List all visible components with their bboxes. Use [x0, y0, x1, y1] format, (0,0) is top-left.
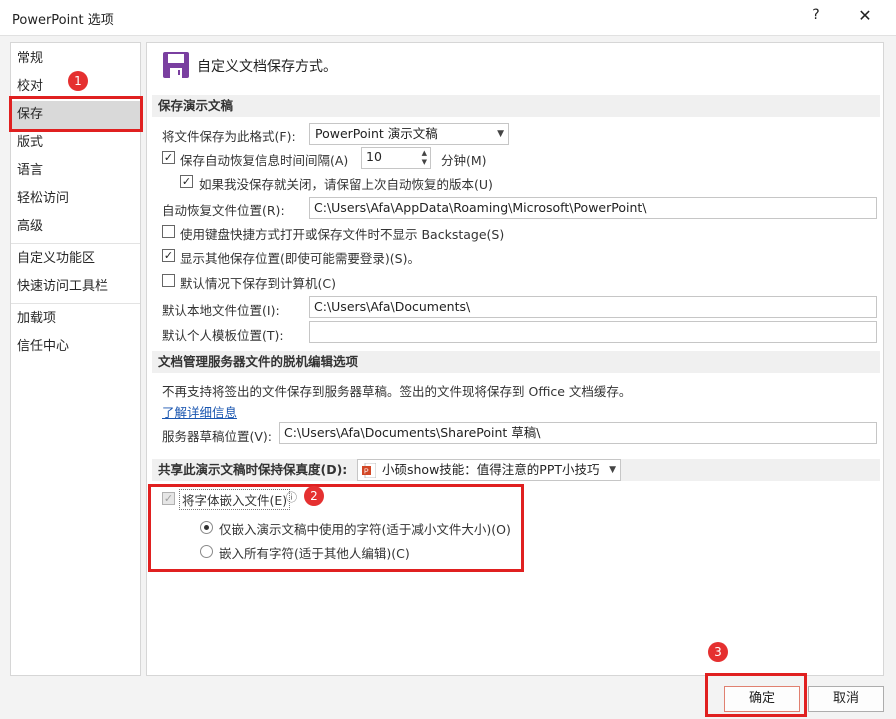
autorecover-label: 保存自动恢复信息时间间隔(A)	[180, 153, 349, 168]
learn-more-link[interactable]: 了解详细信息	[162, 402, 237, 421]
autorecover-path-input[interactable]: C:\Users\Afa\AppData\Roaming\Microsoft\P…	[309, 197, 877, 219]
annotation-badge-2: 2	[304, 486, 324, 506]
keep-last-version-label: 如果我没保存就关闭，请保留上次自动恢复的版本(U)	[199, 177, 493, 192]
autorecover-checkbox[interactable]: ✓	[162, 151, 175, 164]
close-button[interactable]: ✕	[853, 6, 877, 28]
save-format-select[interactable]: PowerPoint 演示文稿 ▼	[309, 123, 509, 145]
title-bar: PowerPoint 选项 ? ✕	[0, 0, 896, 36]
sidebar-item-typography[interactable]: 版式	[11, 129, 140, 157]
sidebar-divider	[11, 303, 140, 304]
default-template-path-label: 默认个人模板位置(T):	[162, 328, 284, 343]
save-format-label: 将文件保存为此格式(F):	[162, 129, 296, 144]
save-to-computer-label: 默认情况下保存到计算机(C)	[180, 276, 336, 291]
server-drafts-label: 服务器草稿位置(V):	[162, 429, 273, 444]
main-panel: 自定义文档保存方式。 保存演示文稿 将文件保存为此格式(F): PowerPoi…	[146, 42, 884, 676]
chevron-down-icon: ▼	[609, 465, 616, 475]
keep-last-version-checkbox[interactable]: ✓	[180, 175, 193, 188]
annotation-box-embed-fonts	[148, 484, 524, 572]
sidebar-item-trust-center[interactable]: 信任中心	[11, 333, 140, 361]
sidebar-item-language[interactable]: 语言	[11, 157, 140, 185]
annotation-badge-1: 1	[68, 71, 88, 91]
show-other-locations-checkbox[interactable]: ✓	[162, 249, 175, 262]
autorecover-interval-value: 10	[366, 149, 382, 164]
fidelity-document-value: 小硕show技能：值得注意的PPT小技巧	[382, 462, 600, 477]
section-header-offline: 文档管理服务器文件的脱机编辑选项	[152, 351, 880, 373]
page-title: 自定义文档保存方式。	[197, 59, 337, 75]
sidebar-item-customize-ribbon[interactable]: 自定义功能区	[11, 245, 140, 273]
autorecover-interval-stepper[interactable]: 10 ▲ ▼	[361, 147, 431, 169]
offline-notice: 不再支持将签出的文件保存到服务器草稿。签出的文件现将保存到 Office 文档缓…	[162, 384, 632, 399]
show-other-locations-label: 显示其他保存位置(即使可能需要登录)(S)。	[180, 251, 420, 266]
help-button[interactable]: ?	[806, 7, 826, 27]
powerpoint-file-icon: P	[362, 463, 376, 478]
stepper-down-icon[interactable]: ▼	[422, 158, 427, 166]
annotation-badge-3: 3	[708, 642, 728, 662]
sidebar: 常规 校对 保存 版式 语言 轻松访问 高级 自定义功能区 快速访问工具栏 加载…	[10, 42, 141, 676]
sidebar-item-accessibility[interactable]: 轻松访问	[11, 185, 140, 213]
sidebar-divider	[11, 243, 140, 244]
default-local-path-label: 默认本地文件位置(I):	[162, 303, 280, 318]
sidebar-item-quick-access-toolbar[interactable]: 快速访问工具栏	[11, 273, 140, 301]
chevron-down-icon: ▼	[497, 129, 504, 139]
sidebar-item-add-ins[interactable]: 加载项	[11, 305, 140, 333]
window-title: PowerPoint 选项	[12, 13, 114, 28]
default-template-path-input[interactable]	[309, 321, 877, 343]
cancel-button[interactable]: 取消	[808, 686, 884, 712]
no-backstage-label: 使用键盘快捷方式打开或保存文件时不显示 Backstage(S)	[180, 227, 505, 242]
section-header-save: 保存演示文稿	[152, 95, 880, 117]
save-to-computer-checkbox[interactable]	[162, 274, 175, 287]
svg-text:P: P	[364, 469, 369, 476]
autorecover-path-label: 自动恢复文件位置(R):	[162, 203, 285, 218]
save-icon	[163, 52, 189, 78]
no-backstage-checkbox[interactable]	[162, 225, 175, 238]
server-drafts-input[interactable]: C:\Users\Afa\Documents\SharePoint 草稿\	[279, 422, 877, 444]
default-local-path-input[interactable]: C:\Users\Afa\Documents\	[309, 296, 877, 318]
annotation-box-ok	[705, 673, 807, 717]
autorecover-unit-label: 分钟(M)	[441, 153, 487, 168]
sidebar-item-general[interactable]: 常规	[11, 45, 140, 73]
fidelity-document-select[interactable]: P 小硕show技能：值得注意的PPT小技巧 ▼	[357, 459, 621, 481]
annotation-box-save	[9, 96, 143, 132]
sidebar-item-advanced[interactable]: 高级	[11, 213, 140, 241]
save-format-value: PowerPoint 演示文稿	[315, 126, 438, 141]
stepper-up-icon[interactable]: ▲	[422, 149, 427, 157]
